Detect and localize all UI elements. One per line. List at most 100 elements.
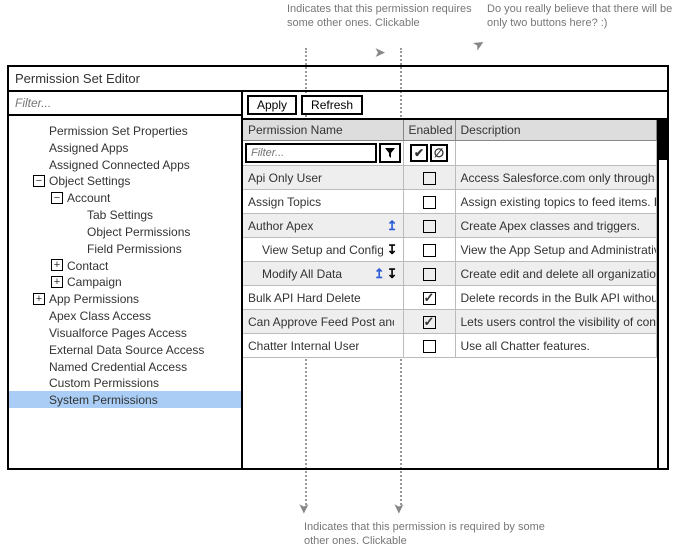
requires-permissions-icon[interactable]: ↥ <box>387 219 398 232</box>
permission-grid: Permission Name Enabled Description <box>243 120 667 468</box>
expander-spacer <box>33 142 45 154</box>
permission-row: Api Only UserAccess Salesforce.com only … <box>243 166 657 190</box>
permission-row: Modify All Data↥↧Create edit and delete … <box>243 262 657 286</box>
tree-item[interactable]: Assigned Apps <box>9 139 241 156</box>
requires-permissions-icon[interactable]: ↥ <box>374 267 385 280</box>
sidebar-filter-wrap <box>9 92 241 116</box>
tree-item[interactable]: Permission Set Properties <box>9 122 241 139</box>
sidebar-tree: Permission Set Properties Assigned Apps As… <box>9 116 241 468</box>
expander-spacer <box>33 310 45 322</box>
expander-spacer <box>71 226 83 238</box>
enabled-checkbox[interactable] <box>423 268 436 281</box>
tree-item-label: External Data Source Access <box>49 343 204 357</box>
sidebar-filter-input[interactable] <box>9 92 241 114</box>
arrowhead-icon: ➤ <box>390 503 407 515</box>
toolbar: Apply Refresh <box>243 92 667 120</box>
grid-scrollbar[interactable] <box>657 120 667 468</box>
tree-item-label: Campaign <box>67 275 122 289</box>
col-header-enabled[interactable]: Enabled <box>403 120 455 141</box>
sidebar: Permission Set Properties Assigned Apps As… <box>9 92 243 468</box>
required-by-permissions-icon[interactable]: ↧ <box>387 267 398 280</box>
tree-item[interactable]: External Data Source Access <box>9 341 241 358</box>
col-header-name[interactable]: Permission Name <box>243 120 403 141</box>
tree-item-label: Tab Settings <box>87 208 153 222</box>
permission-description: Assign existing topics to feed items. Re <box>455 190 657 214</box>
enabled-checkbox[interactable] <box>423 244 436 257</box>
tree-item-label: Assigned Apps <box>49 141 128 155</box>
expand-icon[interactable]: + <box>51 259 63 271</box>
collapse-icon[interactable]: − <box>51 192 63 204</box>
enabled-checkbox[interactable] <box>423 196 436 209</box>
tree-item-label: Visualforce Pages Access <box>49 326 187 340</box>
tree-item[interactable]: + Campaign <box>9 273 241 290</box>
tree-item[interactable]: + App Permissions <box>9 290 241 307</box>
enabled-checkbox[interactable] <box>423 316 436 329</box>
tree-item-label: Assigned Connected Apps <box>49 157 190 171</box>
enabled-checkbox[interactable] <box>423 220 436 233</box>
expander-spacer <box>33 327 45 339</box>
permission-description: Create Apex classes and triggers. <box>455 214 657 238</box>
permission-row: Assign Topics Assign existing topics to f… <box>243 190 657 214</box>
tree-item-label: Named Credential Access <box>49 359 187 373</box>
permission-name: Chatter Internal User <box>248 339 359 353</box>
tree-item[interactable]: +Contact <box>9 257 241 274</box>
permission-name-filter-input[interactable] <box>245 143 377 163</box>
permission-description: View the App Setup and Administrative S <box>455 238 657 262</box>
funnel-icon <box>384 147 396 159</box>
col-header-desc[interactable]: Description <box>455 120 657 141</box>
permission-description: Access Salesforce.com only through a S <box>455 166 657 190</box>
tree-item-label: System Permissions <box>49 393 158 407</box>
permission-name: Bulk API Hard Delete <box>248 291 361 305</box>
expander-spacer <box>33 360 45 372</box>
collapse-icon[interactable]: − <box>33 175 45 187</box>
permission-row: View Setup and Config ↧ View the App Setup… <box>243 238 657 262</box>
tree-item[interactable]: Assigned Connected Apps <box>9 156 241 173</box>
permission-name: Author Apex <box>248 219 313 233</box>
tree-item-label: Custom Permissions <box>49 376 159 390</box>
expander-spacer <box>33 377 45 389</box>
tree-item-label: Account <box>67 191 110 205</box>
tree-item[interactable]: Tab Settings <box>9 206 241 223</box>
enabled-filter-checked[interactable]: ✔ <box>410 144 428 162</box>
tree-item[interactable]: −Account <box>9 189 241 206</box>
expander-spacer <box>33 158 45 170</box>
enabled-filter-unchecked[interactable]: ∅ <box>430 144 448 162</box>
refresh-button[interactable]: Refresh <box>301 95 363 115</box>
permission-row: Chatter Internal UserUse all Chatter fea… <box>243 334 657 358</box>
expander-spacer <box>71 243 83 255</box>
permission-name: Assign Topics <box>248 195 321 209</box>
expander-spacer <box>33 125 45 137</box>
tree-item[interactable]: Named Credential Access <box>9 358 241 375</box>
scrollbar-thumb[interactable] <box>659 120 667 160</box>
tree-item[interactable]: −Object Settings <box>9 172 241 189</box>
tree-item[interactable]: System Permissions <box>9 391 241 408</box>
apply-button[interactable]: Apply <box>247 95 297 115</box>
expander-spacer <box>33 394 45 406</box>
tree-item[interactable]: Field Permissions <box>9 240 241 257</box>
permission-set-editor: Permission Set Editor Permission Set Pro… <box>7 65 669 470</box>
tree-item[interactable]: Visualforce Pages Access <box>9 324 241 341</box>
permission-name: Can Approve Feed Post and Co <box>248 315 394 329</box>
tree-item[interactable]: Apex Class Access <box>9 307 241 324</box>
expand-icon[interactable]: + <box>33 293 45 305</box>
permission-name: View Setup and Config <box>262 243 383 257</box>
tree-item-label: Permission Set Properties <box>49 124 188 138</box>
permission-name-filter-button[interactable] <box>379 143 401 163</box>
tree-item-label: Object Settings <box>49 174 130 188</box>
arrowhead-icon: ➤ <box>470 34 489 55</box>
annotation-requires-others: Indicates that this permission requires … <box>287 2 487 31</box>
expand-icon[interactable]: + <box>51 276 63 288</box>
tree-item-label: Field Permissions <box>87 242 182 256</box>
enabled-checkbox[interactable] <box>423 340 436 353</box>
arrowhead-icon: ➤ <box>374 44 386 61</box>
expander-spacer <box>71 209 83 221</box>
tree-item-label: Apex Class Access <box>49 309 151 323</box>
permission-description: Create edit and delete all organization … <box>455 262 657 286</box>
enabled-checkbox[interactable] <box>423 172 436 185</box>
tree-item[interactable]: Object Permissions <box>9 223 241 240</box>
required-by-permissions-icon[interactable]: ↧ <box>387 243 398 256</box>
tree-item[interactable]: Custom Permissions <box>9 374 241 391</box>
tree-item-label: App Permissions <box>49 292 139 306</box>
enabled-checkbox[interactable] <box>423 292 436 305</box>
expander-spacer <box>33 344 45 356</box>
